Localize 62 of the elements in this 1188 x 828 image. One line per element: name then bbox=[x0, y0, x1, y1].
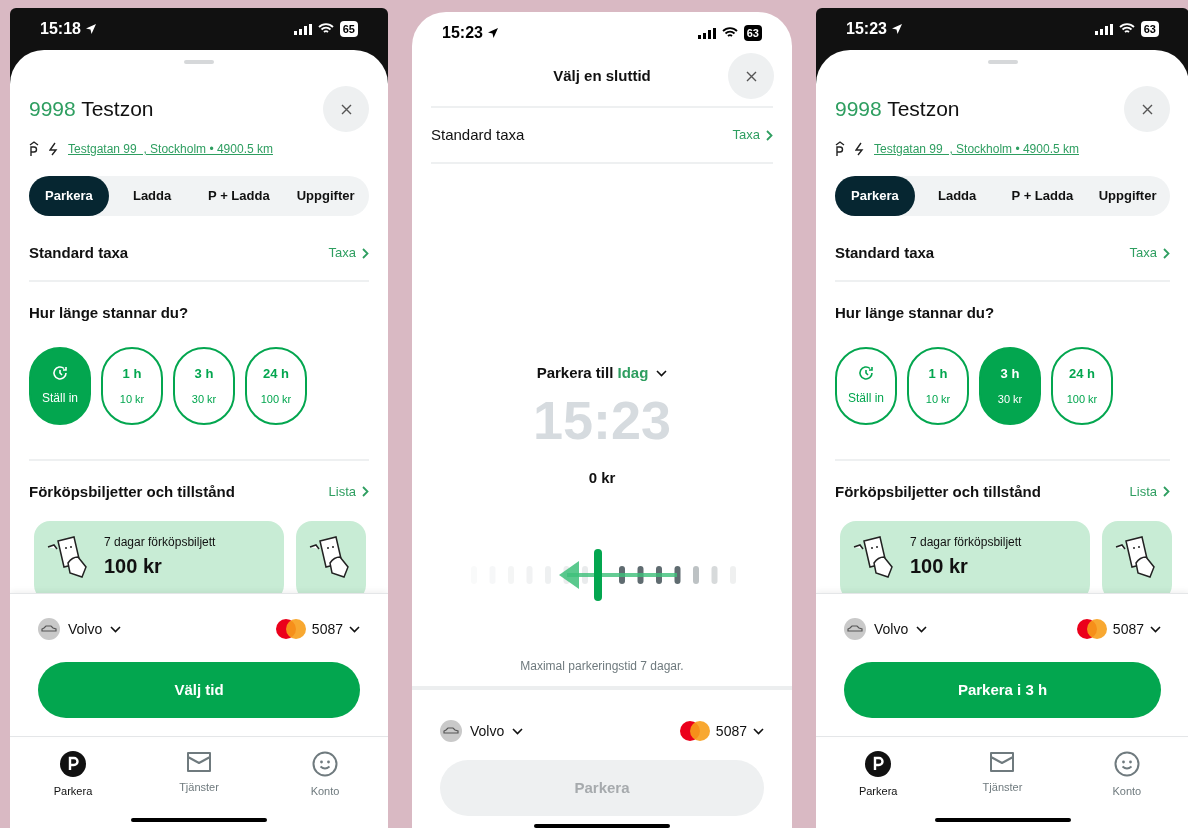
tab[interactable]: Parkera bbox=[835, 176, 915, 216]
tab[interactable]: Uppgifter bbox=[1085, 176, 1170, 216]
status-time: 15:23 bbox=[442, 23, 483, 43]
list-link[interactable]: Lista bbox=[328, 482, 369, 502]
address-link[interactable]: Testgatan 99 , Stockholm • 4900.5 km bbox=[874, 140, 1079, 158]
battery-level: 63 bbox=[1140, 20, 1159, 38]
ticket-card[interactable]: 7 dagar förköpsbiljett 100 kr bbox=[840, 521, 1090, 593]
payment-card-selector[interactable]: 5087 bbox=[275, 618, 360, 640]
nav-tab[interactable]: Konto bbox=[1086, 751, 1167, 800]
screen-title: Välj en sluttid bbox=[553, 65, 651, 86]
cost: 0 kr bbox=[588, 467, 616, 488]
list-link[interactable]: Lista bbox=[1129, 482, 1170, 502]
ticket-card[interactable]: 7 dagar förköpsbiljett 100 kr bbox=[34, 521, 284, 593]
duration-option[interactable]: 3 h 30 kr bbox=[979, 346, 1041, 425]
nav-tab[interactable]: Tjänster bbox=[962, 751, 1043, 796]
tab[interactable]: Parkera bbox=[29, 176, 109, 216]
battery-level: 63 bbox=[743, 24, 762, 42]
duration-option[interactable]: 1 h 10 kr bbox=[101, 346, 163, 425]
rate-link[interactable]: Taxa bbox=[732, 125, 773, 145]
vehicle-selector[interactable]: Volvo bbox=[844, 618, 928, 640]
nav-tab[interactable]: Konto bbox=[285, 751, 365, 800]
duration-option[interactable]: 24 h 100 kr bbox=[1051, 346, 1113, 425]
nav-tab[interactable]: Parkera bbox=[33, 751, 113, 800]
rate-label: Standard taxa bbox=[29, 242, 129, 263]
tab[interactable]: P + Ladda bbox=[999, 176, 1086, 216]
section-heading: Hur länge stannar du? bbox=[29, 303, 190, 323]
section-heading: Förköpsbiljetter och tillstånd bbox=[29, 481, 235, 502]
ticket-name: 7 dagar förköpsbiljett bbox=[104, 534, 216, 551]
zone-title: 9998 Testzon bbox=[835, 96, 960, 123]
status-time: 15:18 bbox=[40, 19, 81, 39]
rate-label: Standard taxa bbox=[431, 124, 525, 145]
payment-card-selector[interactable]: 5087 bbox=[1076, 618, 1161, 640]
zone-title: 9998 Testzon bbox=[29, 96, 154, 123]
vehicle-selector[interactable]: Volvo bbox=[38, 618, 122, 640]
duration-option[interactable]: 24 h 100 kr bbox=[245, 346, 307, 425]
section-heading: Hur länge stannar du? bbox=[835, 303, 996, 323]
rate-link[interactable]: Taxa bbox=[1129, 243, 1170, 263]
nav-tab[interactable]: Parkera bbox=[838, 751, 919, 800]
section-heading: Förköpsbiljetter och tillstånd bbox=[835, 481, 1041, 502]
status-time: 15:23 bbox=[846, 19, 887, 39]
vehicle-selector[interactable]: Volvo bbox=[440, 720, 524, 742]
duration-option[interactable]: 1 h 10 kr bbox=[907, 346, 969, 425]
duration-option[interactable]: 3 h 30 kr bbox=[173, 346, 235, 425]
duration-option[interactable]: Ställ in bbox=[29, 346, 91, 425]
tab[interactable]: P + Ladda bbox=[195, 176, 283, 216]
max-time-note: Maximal parkeringstid 7 dagar. bbox=[520, 658, 684, 675]
rate-label: Standard taxa bbox=[835, 242, 935, 263]
end-day-selector[interactable]: Parkera till Idag bbox=[536, 362, 668, 385]
tab[interactable]: Uppgifter bbox=[282, 176, 369, 216]
address-link[interactable]: Testgatan 99 , Stockholm • 4900.5 km bbox=[68, 140, 273, 158]
battery-level: 65 bbox=[339, 20, 358, 38]
ticket-price: 100 kr bbox=[910, 554, 969, 579]
rate-link[interactable]: Taxa bbox=[328, 243, 369, 263]
ticket-name: 7 dagar förköpsbiljett bbox=[910, 534, 1022, 551]
duration-option[interactable]: Ställ in bbox=[835, 346, 897, 425]
primary-button[interactable]: Parkera i 3 h bbox=[844, 662, 1161, 718]
tab[interactable]: Ladda bbox=[914, 176, 1000, 216]
payment-card-selector[interactable]: 5087 bbox=[679, 720, 764, 742]
ticket-price: 100 kr bbox=[104, 554, 163, 579]
nav-tab[interactable]: Tjänster bbox=[159, 751, 239, 796]
primary-button[interactable]: Välj tid bbox=[38, 662, 360, 718]
tab[interactable]: Ladda bbox=[108, 176, 196, 216]
